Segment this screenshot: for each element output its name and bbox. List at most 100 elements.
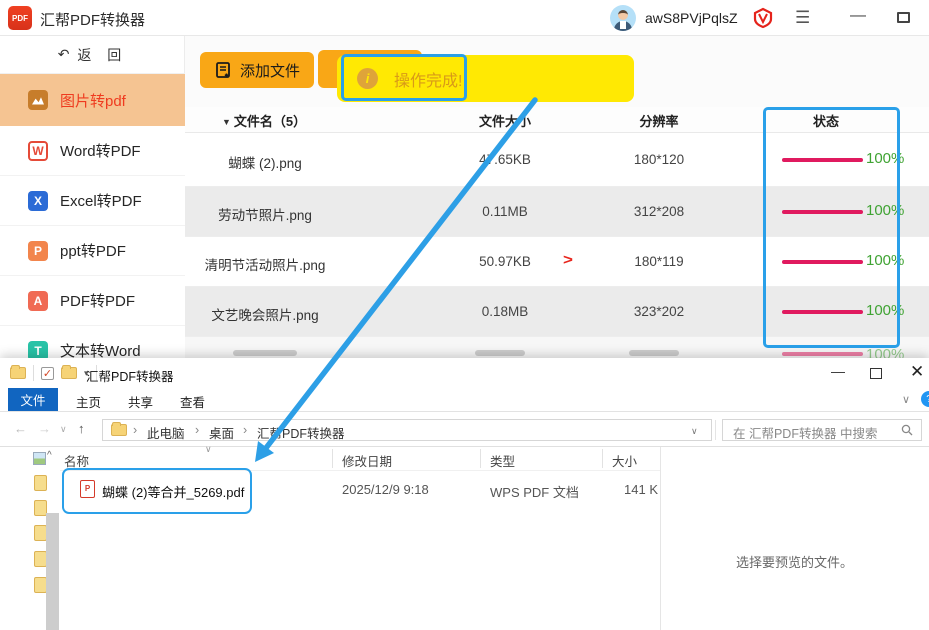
menu-view[interactable]: 查看 xyxy=(180,392,205,411)
column-size[interactable]: 大小 xyxy=(612,451,637,470)
sidebar-item-excel-to-pdf[interactable]: X Excel转PDF xyxy=(0,176,185,226)
nav-back-icon[interactable]: ← xyxy=(14,421,27,436)
ppt-icon: P xyxy=(28,240,48,261)
clipped-text xyxy=(475,350,525,356)
scrollbar-thumb[interactable] xyxy=(46,513,59,630)
avatar-head xyxy=(618,10,628,20)
column-name[interactable]: 名称 xyxy=(64,451,89,470)
file-resolution: 323*202 xyxy=(633,304,685,319)
file-name: 劳动节照片.png xyxy=(218,208,312,223)
progress-bar xyxy=(782,210,863,214)
clipped-text xyxy=(233,350,297,356)
file-name: 蝴蝶 (2).png xyxy=(228,156,302,171)
nav-forward-icon[interactable]: → xyxy=(38,421,51,436)
column-status[interactable]: 状态 xyxy=(746,111,906,130)
explorer-minimize-button[interactable]: — xyxy=(822,363,854,383)
column-filename[interactable]: ▼ 文件名（5） xyxy=(222,111,306,130)
word-icon: W xyxy=(28,140,48,161)
file-size: 0.11MB xyxy=(482,204,528,219)
address-box[interactable]: › 此电脑 › 桌面 › 汇帮PDF转换器 ∨ ↻ xyxy=(102,419,732,442)
nav-history-dropdown-icon[interactable]: ∨ xyxy=(60,424,67,435)
folder-icon[interactable] xyxy=(34,475,47,491)
sidebar-item-pdf-to-pdf[interactable]: A PDF转PDF xyxy=(0,276,185,326)
hamburger-menu-icon[interactable]: ☰ xyxy=(795,8,810,28)
table-row[interactable]: 蝴蝶 (2).png 47.65KB 180*120 100% xyxy=(185,133,929,187)
app-minimize-button[interactable]: — xyxy=(850,7,866,25)
column-filesize[interactable]: 文件大小 xyxy=(425,111,585,130)
red-pointer-icon: > xyxy=(563,251,573,268)
breadcrumb-sep-icon: › xyxy=(133,423,138,437)
avatar-shirt xyxy=(620,21,626,29)
excel-icon: X xyxy=(28,190,48,211)
app-logo-icon: PDF xyxy=(8,6,32,30)
sidebar-item-label: 图片转pdf xyxy=(60,92,126,110)
address-dropdown-icon[interactable]: ∨ xyxy=(691,426,698,437)
progress-bar xyxy=(782,260,863,264)
toast-text: 操作完成! xyxy=(394,72,463,90)
column-resolution[interactable]: 分辨率 xyxy=(579,111,739,130)
sidebar-item-word-to-pdf[interactable]: W Word转PDF xyxy=(0,126,185,176)
back-button[interactable]: ↶ 返 回 xyxy=(0,36,185,74)
explorer-titlebar: ✓ ▾ 汇帮PDF转换器 — ✕ xyxy=(0,358,929,388)
sidebar-item-label: Excel转PDF xyxy=(60,193,142,210)
quick-access-toolbar: ✓ ▾ xyxy=(10,363,97,383)
file-resolution: 312*208 xyxy=(633,204,685,219)
sort-chevron-icon[interactable]: ∨ xyxy=(205,444,212,455)
search-placeholder: 在 汇帮PDF转换器 中搜索 xyxy=(733,427,878,441)
file-name: 蝴蝶 (2)等合并_5269.pdf xyxy=(102,485,245,500)
preview-pane-divider xyxy=(660,447,661,630)
menu-home[interactable]: 主页 xyxy=(76,392,101,411)
table-row[interactable]: 劳动节照片.png 0.11MB 312*208 100% xyxy=(185,187,929,237)
progress-percent: 100% xyxy=(866,346,905,358)
file-name: 清明节活动照片.png xyxy=(204,258,326,273)
app-maximize-button[interactable] xyxy=(897,12,910,23)
search-icon xyxy=(901,424,913,436)
sidebar: ↶ 返 回 图片转pdf W Word转PDF X Excel转PDF P pp… xyxy=(0,36,185,376)
search-input[interactable]: 在 汇帮PDF转换器 中搜索 xyxy=(722,419,922,441)
table-row[interactable]: 清明节活动照片.png 50.97KB 180*119 100% xyxy=(185,237,929,287)
nav-up-icon[interactable]: ↑ xyxy=(78,421,85,436)
menu-share[interactable]: 共享 xyxy=(128,392,153,411)
breadcrumb-sep-icon: › xyxy=(243,423,248,437)
table-row[interactable]: 文艺晚会照片.png 0.18MB 323*202 100% xyxy=(185,287,929,337)
breadcrumb-desktop[interactable]: 桌面 xyxy=(209,423,234,442)
column-divider[interactable] xyxy=(602,449,603,468)
file-size: 0.18MB xyxy=(481,304,529,319)
column-divider[interactable] xyxy=(480,449,481,468)
wps-pdf-icon: P xyxy=(80,480,95,498)
file-size: 47.65KB xyxy=(479,152,531,167)
file-name: 文艺晚会照片.png xyxy=(211,308,319,323)
column-type[interactable]: 类型 xyxy=(490,451,515,470)
explorer-maximize-button[interactable] xyxy=(870,368,882,379)
vip-badge-icon[interactable] xyxy=(752,7,774,29)
add-file-button[interactable]: 添加文件 xyxy=(200,52,314,88)
sidebar-item-label: Word转PDF xyxy=(60,143,141,160)
file-size: 50.97KB xyxy=(479,254,531,269)
breadcrumb-sep-icon: › xyxy=(195,423,200,437)
breadcrumb-this-pc[interactable]: 此电脑 xyxy=(147,423,185,442)
checkmark-icon[interactable]: ✓ xyxy=(41,366,54,380)
file-row[interactable]: P 蝴蝶 (2)等合并_5269.pdf 2025/12/9 9:18 WPS … xyxy=(60,475,660,505)
back-arrow-icon: ↶ xyxy=(57,46,70,62)
explorer-close-button[interactable]: ✕ xyxy=(910,362,924,382)
menu-file[interactable]: 文件 xyxy=(8,388,58,411)
help-icon[interactable]: ? xyxy=(921,391,929,407)
explorer-addressbar: ← → ∨ ↑ › 此电脑 › 桌面 › 汇帮PDF转换器 ∨ ↻ 在 汇帮PD… xyxy=(0,412,929,447)
breadcrumb-current-folder[interactable]: 汇帮PDF转换器 xyxy=(257,423,345,442)
sidebar-item-ppt-to-pdf[interactable]: P ppt转PDF xyxy=(0,226,185,276)
app-titlebar: PDF 汇帮PDF转换器 awS8PVjPqlsZ ☰ — xyxy=(0,0,929,36)
sidebar-item-image-to-pdf[interactable]: 图片转pdf xyxy=(0,74,185,126)
folder-icon[interactable] xyxy=(61,365,77,379)
table-row-partial[interactable]: 100% xyxy=(185,337,929,358)
column-date[interactable]: 修改日期 xyxy=(342,451,392,470)
folder-icon[interactable] xyxy=(10,365,26,379)
column-divider[interactable] xyxy=(332,449,333,468)
progress-percent: 100% xyxy=(866,150,905,167)
file-date: 2025/12/9 9:18 xyxy=(342,482,429,497)
user-avatar[interactable] xyxy=(610,5,636,31)
main-panel: 添加文件 i 操作完成! ▼ 文件名（5） 文件大小 分辨率 状态 蝴蝶 (2).… xyxy=(185,36,929,358)
desktop-item-icon[interactable] xyxy=(33,452,46,465)
ribbon-expand-icon[interactable]: ∨ xyxy=(902,393,910,406)
scroll-up-icon[interactable]: ^ xyxy=(47,450,52,461)
back-label: 返 回 xyxy=(77,46,128,63)
